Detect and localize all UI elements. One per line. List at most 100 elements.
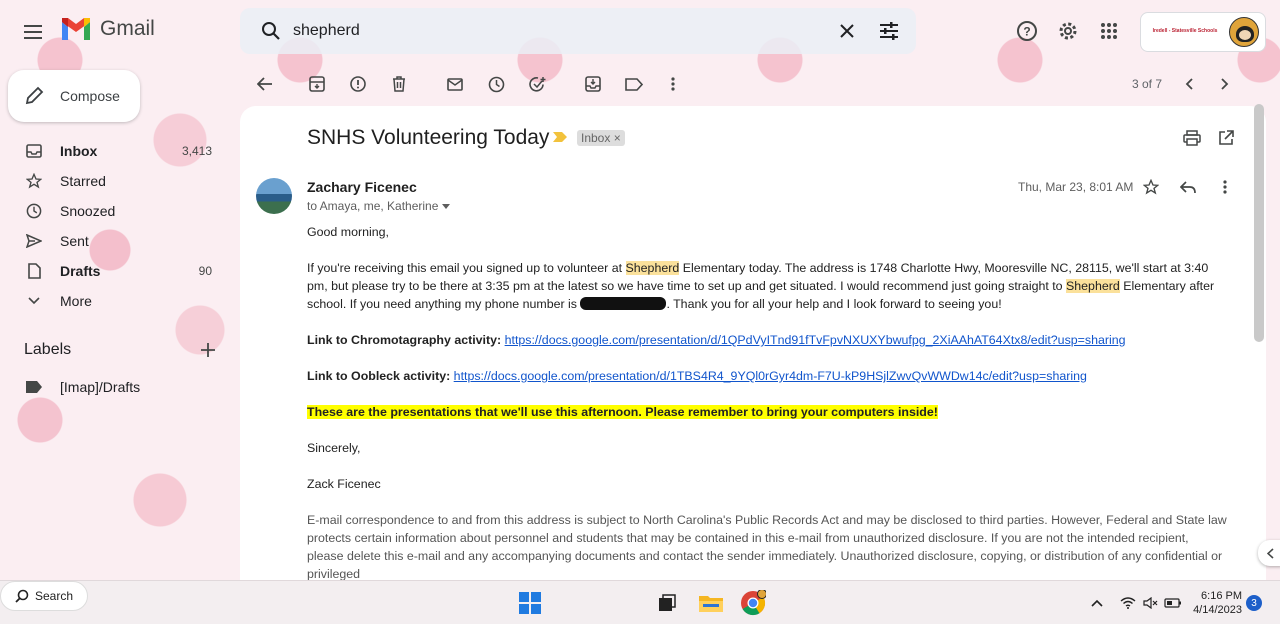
sidebar-item-label: Snoozed: [60, 203, 116, 219]
avatar[interactable]: [1229, 17, 1259, 47]
sidebar-item-more[interactable]: More: [0, 286, 230, 316]
message-toolbar: 3 of 7: [240, 62, 1256, 106]
gmail-logo[interactable]: Gmail: [60, 16, 155, 42]
report-spam-button[interactable]: [343, 70, 373, 98]
gear-icon: [1059, 22, 1077, 40]
label-item-imap-drafts[interactable]: [Imap]/Drafts: [0, 372, 230, 402]
app-name: Gmail: [100, 17, 155, 40]
clock-date: 4/14/2023: [1193, 604, 1242, 616]
scrollbar-thumb[interactable]: [1254, 104, 1264, 342]
battery-icon[interactable]: [1162, 598, 1184, 608]
clear-search-button[interactable]: [828, 12, 866, 50]
sidebar-item-sent[interactable]: Sent: [0, 226, 230, 256]
sidebar-item-count: 90: [198, 264, 212, 278]
add-to-tasks-button[interactable]: [523, 70, 553, 98]
system-tray: [1088, 581, 1184, 624]
sidebar-item-drafts[interactable]: Drafts 90: [0, 256, 230, 286]
important-marker-icon[interactable]: [553, 132, 567, 142]
hamburger-icon: [24, 25, 42, 39]
windows-logo-icon: [519, 592, 541, 614]
volume-muted-icon[interactable]: [1140, 597, 1162, 609]
create-label-button[interactable]: [196, 338, 220, 362]
reply-button[interactable]: [1175, 174, 1201, 200]
chrome-button[interactable]: [738, 587, 768, 619]
google-apps-button[interactable]: [1090, 12, 1128, 50]
message-pane: SNHS Volunteering Today Inbox × Zachary …: [240, 106, 1266, 580]
move-to-button[interactable]: [578, 70, 608, 98]
open-new-window-button[interactable]: [1212, 124, 1240, 152]
wifi-icon[interactable]: [1116, 597, 1140, 609]
chevron-up-icon: [1091, 599, 1103, 607]
main-menu-button[interactable]: [14, 12, 54, 52]
recipients-text: to Amaya, me, Katherine: [307, 199, 439, 213]
oobleck-link[interactable]: https://docs.google.com/presentation/d/1…: [454, 369, 1087, 383]
message-more-button[interactable]: [1212, 174, 1238, 200]
caret-down-icon: [442, 203, 451, 209]
legal-disclaimer: E-mail correspondence to and from this a…: [307, 513, 1227, 580]
delete-button[interactable]: [384, 70, 414, 98]
signature: Zack Ficenec: [307, 477, 381, 491]
taskbar-search[interactable]: Search: [0, 581, 88, 611]
search-bar[interactable]: shepherd: [240, 8, 916, 54]
task-view-icon: [659, 594, 676, 611]
file-explorer-button[interactable]: [698, 587, 724, 619]
older-button[interactable]: [1210, 70, 1240, 98]
clock-time: 6:16 PM: [1201, 590, 1242, 602]
back-button[interactable]: [250, 70, 280, 98]
inbox-label-chip[interactable]: Inbox ×: [577, 130, 625, 146]
search-icon: [15, 589, 29, 603]
link-line-oobleck: Link to Oobleck activity: https://docs.g…: [307, 367, 1227, 385]
show-hidden-icons-button[interactable]: [1088, 599, 1106, 607]
sidebar-item-inbox[interactable]: Inbox 3,413: [0, 136, 230, 166]
move-to-inbox-icon: [585, 76, 601, 92]
support-button[interactable]: ?: [1008, 12, 1046, 50]
chevron-left-icon: [1266, 547, 1274, 559]
chromatography-link[interactable]: https://docs.google.com/presentation/d/1…: [505, 333, 1126, 347]
more-vert-icon: [1223, 180, 1227, 194]
highlighted-note: These are the presentations that we'll u…: [307, 405, 938, 419]
help-icon: ?: [1017, 21, 1037, 41]
label-name: [Imap]/Drafts: [60, 379, 141, 395]
compose-button[interactable]: Compose: [8, 70, 140, 122]
star-icon: [1143, 179, 1159, 195]
sender-avatar[interactable]: [256, 178, 292, 214]
mark-unread-button[interactable]: [440, 70, 470, 98]
trash-icon: [393, 76, 405, 92]
more-actions-button[interactable]: [658, 70, 688, 98]
search-options-button[interactable]: [870, 12, 908, 50]
search-input[interactable]: shepherd: [293, 22, 360, 40]
archive-button[interactable]: [302, 70, 332, 98]
chevron-left-icon: [1185, 78, 1193, 90]
snooze-button[interactable]: [481, 70, 511, 98]
label-icon: [24, 377, 44, 397]
search-button[interactable]: [252, 12, 290, 50]
newer-button[interactable]: [1174, 70, 1204, 98]
star-button[interactable]: [1138, 174, 1164, 200]
link-label: Link to Chromotagraphy activity:: [307, 333, 502, 347]
notification-badge[interactable]: 3: [1246, 595, 1262, 611]
sidebar-item-label: Inbox: [60, 143, 98, 159]
labels-button[interactable]: [619, 70, 649, 98]
send-icon: [24, 231, 44, 251]
settings-button[interactable]: [1049, 12, 1087, 50]
sidebar-item-snoozed[interactable]: Snoozed: [0, 196, 230, 226]
recipients-details[interactable]: to Amaya, me, Katherine: [307, 199, 451, 213]
chevron-down-icon: [24, 291, 44, 311]
task-view-button[interactable]: [656, 587, 678, 619]
signoff: Sincerely,: [307, 441, 361, 455]
remove-label-icon[interactable]: ×: [614, 131, 621, 145]
system-clock[interactable]: 6:16 PM 4/14/2023: [1186, 589, 1242, 617]
start-button[interactable]: [516, 587, 544, 619]
plus-icon: [201, 343, 215, 357]
account-switcher[interactable]: Iredell - Statesville Schools: [1140, 12, 1266, 52]
sidebar-item-starred[interactable]: Starred: [0, 166, 230, 196]
show-side-panel-button[interactable]: [1258, 540, 1280, 566]
star-icon: [24, 171, 44, 191]
pencil-icon: [25, 86, 44, 105]
email-date: Thu, Mar 23, 8:01 AM: [1018, 180, 1134, 194]
print-all-button[interactable]: [1178, 124, 1206, 152]
labels-heading: Labels: [24, 341, 72, 358]
sender-name[interactable]: Zachary Ficenec: [307, 179, 417, 195]
print-icon: [1183, 130, 1201, 146]
os-taskbar: Search 6:16 PM 4/14/2023 3: [0, 580, 1280, 624]
